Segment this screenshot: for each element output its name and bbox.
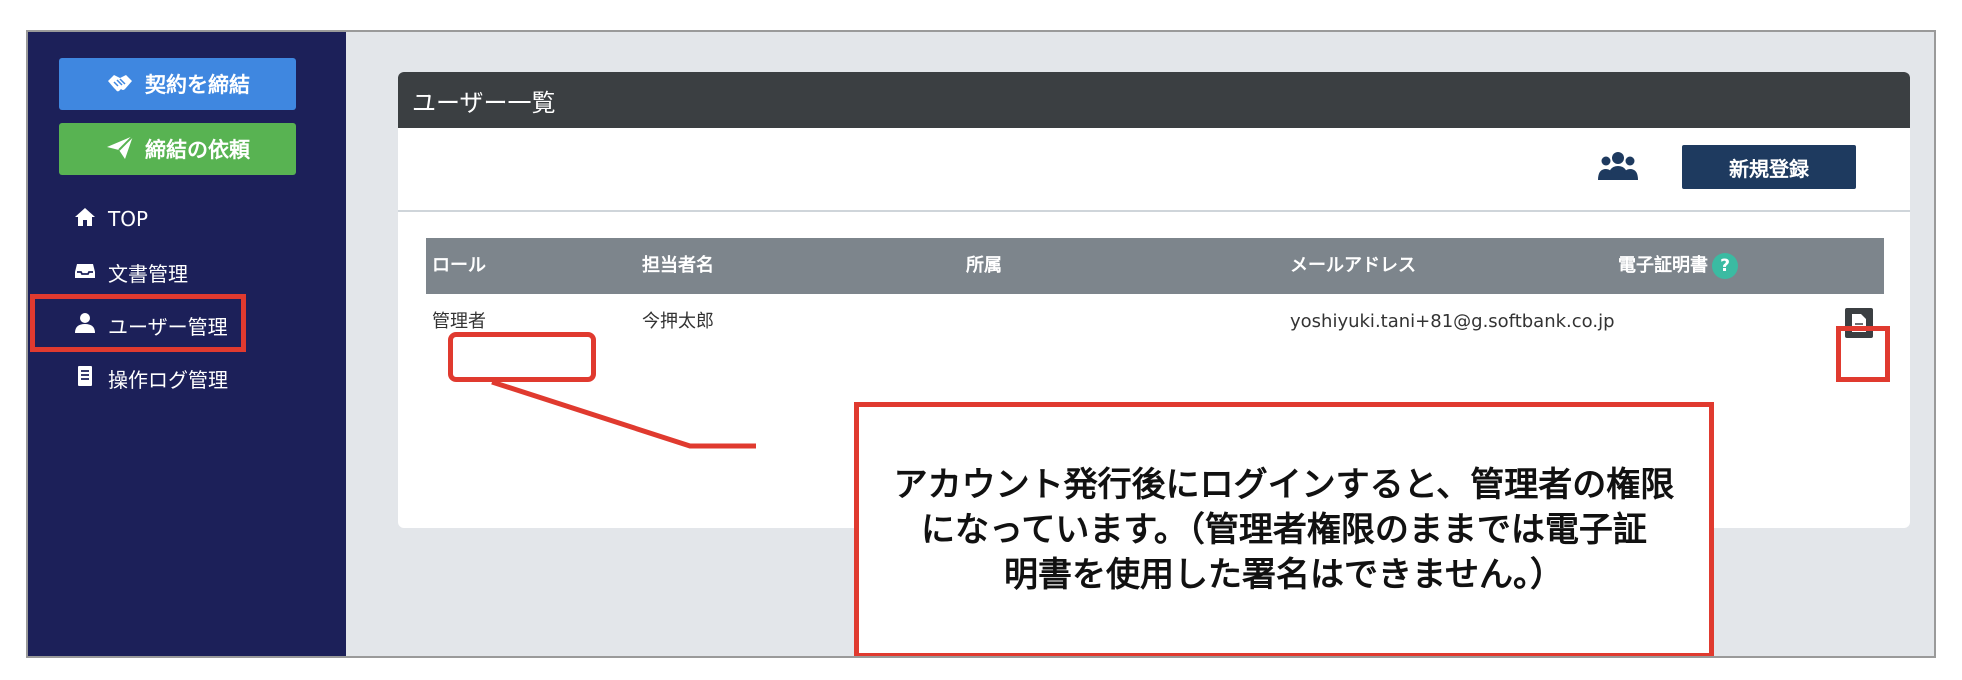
callout-text: アカウント発行後にログインすると、管理者の権限 になっています。（管理者権限のま… [894, 463, 1675, 598]
annotation-callout: アカウント発行後にログインすると、管理者の権限 になっています。（管理者権限のま… [854, 402, 1714, 656]
callout-line: アカウント発行後にログインすると、管理者の権限 [893, 464, 1675, 505]
app-window: 契約を締結 締結の依頼 TOP 文書管理 ユーザー管理 操作ログ管理 ユーザー一… [26, 30, 1936, 658]
callout-line: になっています。（管理者権限のままでは電子証 [921, 509, 1647, 550]
callout-line: 明書を使用した署名はできません。） [1004, 554, 1564, 595]
